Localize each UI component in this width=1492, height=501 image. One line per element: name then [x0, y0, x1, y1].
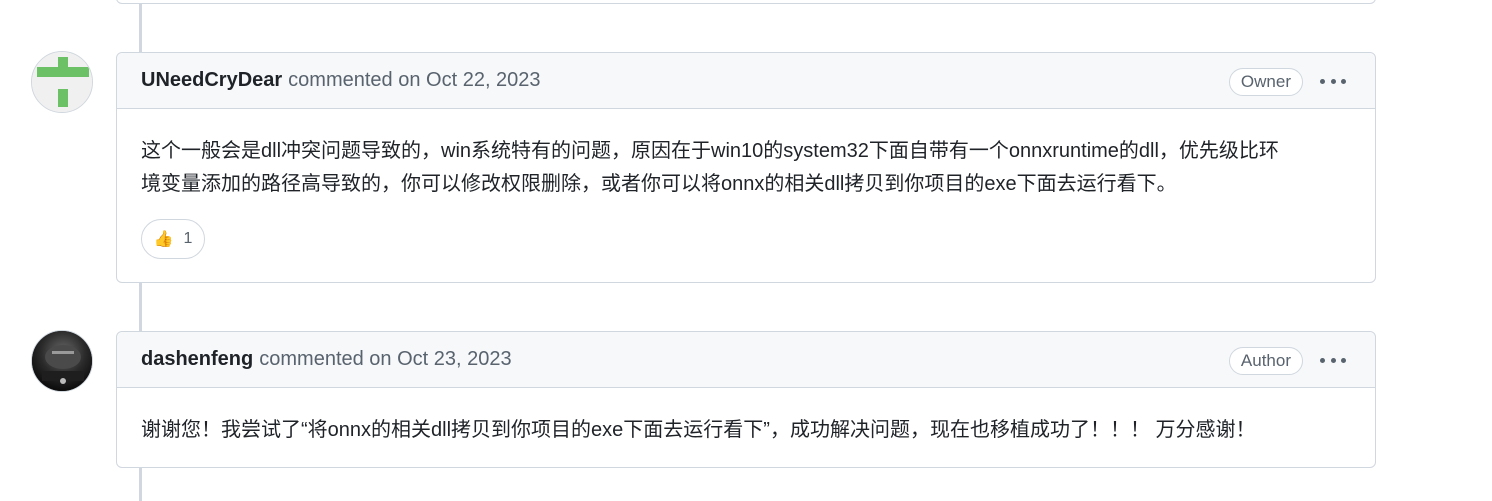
avatar-dashenfeng[interactable] [31, 330, 93, 392]
kebab-dot [1330, 357, 1336, 363]
more-options-button[interactable] [1319, 346, 1347, 374]
kebab-dot [1330, 78, 1336, 84]
comment-timestamp[interactable]: commented on Oct 22, 2023 [288, 69, 540, 92]
kebab-horizontal-icon [1320, 78, 1325, 84]
more-options-button[interactable] [1319, 67, 1347, 95]
identicon-image [32, 52, 92, 112]
comment-body: 这个一般会是dll冲突问题导致的，win系统特有的问题，原因在于win10的sy… [117, 109, 1375, 201]
thumbs-up-icon: 👍 [153, 231, 174, 248]
kebab-dot [1341, 78, 1346, 84]
avatar-image [32, 331, 92, 391]
role-badge: Author [1228, 347, 1303, 375]
kebab-dot [1341, 357, 1346, 363]
comment-body-line: 境变量添加的路径高导致的，你可以修改权限删除，或者你可以将onnx的相关dll拷… [141, 173, 1177, 195]
kebab-horizontal-icon [1320, 357, 1325, 363]
comment-card: UNeedCryDear commented on Oct 22, 2023 O… [116, 52, 1376, 283]
comment-body-line: 谢谢您！我尝试了“将onnx的相关dll拷贝到你项目的exe下面去运行看下”，成… [141, 419, 1256, 441]
comment-author[interactable]: UNeedCryDear [141, 69, 282, 92]
role-badge: Owner [1228, 68, 1303, 96]
comment-header: UNeedCryDear commented on Oct 22, 2023 O… [117, 53, 1375, 109]
previous-comment-card-bottom [116, 0, 1376, 4]
comment-timestamp[interactable]: commented on Oct 23, 2023 [259, 348, 511, 371]
comment-header: dashenfeng commented on Oct 23, 2023 Aut… [117, 332, 1375, 388]
comment-author[interactable]: dashenfeng [141, 348, 253, 371]
comment-body-line: 这个一般会是dll冲突问题导致的，win系统特有的问题，原因在于win10的sy… [141, 140, 1279, 162]
reaction-count: 1 [183, 230, 193, 247]
thumbs-up-reaction-button[interactable]: 👍 1 [141, 219, 205, 259]
avatar-uneedcrydear[interactable] [31, 51, 93, 113]
comment-card: dashenfeng commented on Oct 23, 2023 Aut… [116, 331, 1376, 468]
comment-body: 谢谢您！我尝试了“将onnx的相关dll拷贝到你项目的exe下面去运行看下”，成… [117, 388, 1375, 447]
